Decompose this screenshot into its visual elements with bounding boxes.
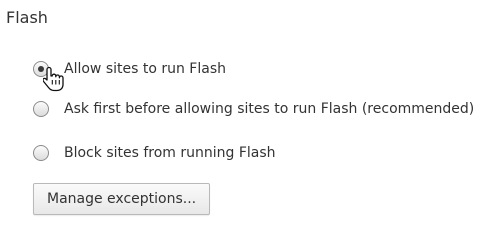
manage-exceptions-button[interactable]: Manage exceptions... xyxy=(33,183,211,215)
radio-label-block: Block sites from running Flash xyxy=(64,145,276,161)
radio-button-block[interactable] xyxy=(33,145,49,161)
section-title: Flash xyxy=(6,8,48,27)
radio-label-allow: Allow sites to run Flash xyxy=(64,61,226,77)
hand-pointer-icon xyxy=(43,66,64,92)
radio-label-ask-first: Ask first before allowing sites to run F… xyxy=(64,101,475,117)
radio-option-block[interactable]: Block sites from running Flash xyxy=(33,142,276,164)
flash-settings-panel: Flash Allow sites to run Flash Ask first… xyxy=(0,0,500,225)
radio-button-ask-first[interactable] xyxy=(33,101,49,117)
radio-option-ask-first[interactable]: Ask first before allowing sites to run F… xyxy=(33,98,474,120)
